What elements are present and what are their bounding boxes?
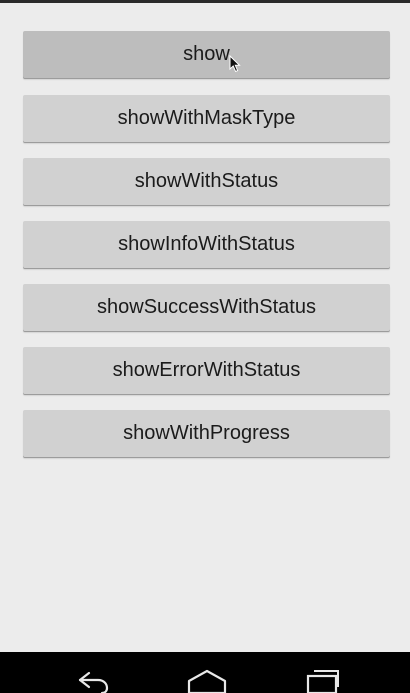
navigation-bar bbox=[0, 652, 410, 693]
home-button[interactable] bbox=[179, 660, 235, 693]
show-with-status-button[interactable]: showWithStatus bbox=[23, 158, 390, 205]
mouse-cursor-icon bbox=[229, 55, 241, 73]
show-with-mask-type-button[interactable]: showWithMaskType bbox=[23, 95, 390, 142]
back-button[interactable] bbox=[64, 660, 120, 693]
show-button[interactable]: show bbox=[23, 31, 390, 78]
main-content: show showWithMaskType showWithStatus sho… bbox=[0, 3, 410, 652]
show-with-progress-button[interactable]: showWithProgress bbox=[23, 410, 390, 457]
recent-apps-button[interactable] bbox=[294, 660, 350, 693]
home-icon bbox=[187, 669, 227, 693]
back-arrow-icon bbox=[78, 671, 109, 693]
recent-apps-icon bbox=[306, 670, 339, 693]
show-success-with-status-button[interactable]: showSuccessWithStatus bbox=[23, 284, 390, 331]
show-error-with-status-button[interactable]: showErrorWithStatus bbox=[23, 347, 390, 394]
show-info-with-status-button[interactable]: showInfoWithStatus bbox=[23, 221, 390, 268]
